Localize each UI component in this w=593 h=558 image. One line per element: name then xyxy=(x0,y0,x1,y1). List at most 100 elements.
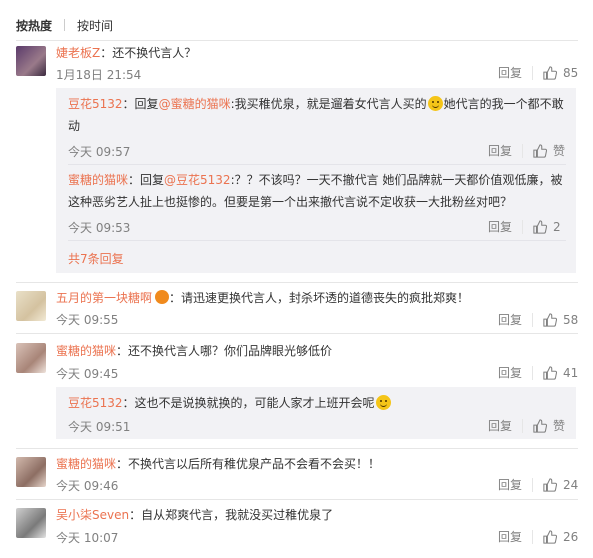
reply-button[interactable]: 回复 xyxy=(488,142,512,159)
reply-time: 今天 09:53 xyxy=(68,221,131,235)
thumbs-up-icon xyxy=(533,219,548,234)
thumbs-up-icon xyxy=(543,477,558,492)
thumbs-up-icon xyxy=(543,529,558,544)
comment-divider xyxy=(16,333,578,334)
reply-body: 蜜糖的猫咪：回复@豆花5132:？？不该吗？一天不撤代言 她们品牌就一天都价值观… xyxy=(68,171,562,189)
sort-tabs: 按热度 按时间 xyxy=(16,16,113,34)
comment-actions: 回复 41 xyxy=(498,364,578,381)
reply-text-line: 动 xyxy=(68,119,81,133)
action-divider xyxy=(522,143,524,158)
comment-body: 五月的第一块糖啊 ：请迅速更换代言人，封杀坏透的道德丧失的疯批郑爽！ xyxy=(56,289,469,307)
reply-actions: 回复 2 xyxy=(488,218,561,235)
action-divider xyxy=(532,529,534,544)
reply-text-line: 这种恶劣艺人扯上也挺惨的。但要是第一个出来撤代言说不定收获一大批粉丝对吧？ xyxy=(68,195,513,209)
like-button[interactable]: 2 xyxy=(533,220,561,234)
comment-text: ：还不换代言人？ xyxy=(100,46,197,60)
reply-button[interactable]: 回复 xyxy=(498,476,522,493)
mention-link[interactable]: @蜜糖的猫咪 xyxy=(159,97,231,111)
like-count: 24 xyxy=(563,477,579,492)
comment-text: ：不换代言以后所有稚优泉产品不会看不会买！！ xyxy=(116,457,381,471)
comment-actions: 回复 24 xyxy=(498,476,578,493)
comment-time: 今天 09:46 xyxy=(56,479,119,493)
reply-text: :我买稚优泉，就是遛着女代言人买的 xyxy=(230,97,427,111)
reply-username[interactable]: 豆花5132 xyxy=(68,97,123,111)
action-divider xyxy=(532,477,534,492)
comment-username[interactable]: 蜜糖的猫咪 xyxy=(56,457,116,471)
comment-divider xyxy=(16,448,578,449)
comment-actions: 回复 85 xyxy=(498,64,578,81)
comment-body: 婕老板Z：还不换代言人？ xyxy=(56,44,196,62)
like-button[interactable]: 赞 xyxy=(533,142,565,159)
like-button[interactable]: 24 xyxy=(543,478,578,492)
reply-button[interactable]: 回复 xyxy=(488,417,512,434)
reply-body: 豆花5132：回复@蜜糖的猫咪:我买稚优泉，就是遛着女代言人买的 她代言的我一个都… xyxy=(68,95,564,113)
thumbs-up-icon xyxy=(543,312,558,327)
reply-button[interactable]: 回复 xyxy=(498,528,522,545)
tab-divider xyxy=(64,19,66,31)
like-label: 赞 xyxy=(553,419,566,433)
reply-username[interactable]: 蜜糖的猫咪 xyxy=(68,173,128,187)
comment-body: 蜜糖的猫咪：不换代言以后所有稚优泉产品不会看不会买！！ xyxy=(56,455,380,473)
like-count: 26 xyxy=(563,529,579,544)
comment-text: ：自从郑爽代言，我就没买过稚优泉了 xyxy=(129,508,334,522)
comment-time: 今天 10:07 xyxy=(56,531,119,545)
comment-divider xyxy=(16,499,578,500)
like-button[interactable]: 41 xyxy=(543,366,578,380)
comment-time: 1月18日 21:54 xyxy=(56,68,142,82)
reply-prefix: ：回复 xyxy=(122,97,159,111)
action-divider xyxy=(522,219,524,234)
like-count: 58 xyxy=(563,312,579,327)
comment-text: ：请迅速更换代言人，封杀坏透的道德丧失的疯批郑爽！ xyxy=(169,291,470,305)
mention-link[interactable]: @豆花5132 xyxy=(164,173,231,187)
comment-time: 今天 09:45 xyxy=(56,367,119,381)
avatar[interactable] xyxy=(16,508,46,538)
comment-username[interactable]: 蜜糖的猫咪 xyxy=(56,344,116,358)
avatar[interactable] xyxy=(16,291,46,321)
like-button[interactable]: 26 xyxy=(543,530,578,544)
comment-text: ：还不换代言人哪？你们品牌眼光够低价 xyxy=(116,344,333,358)
reply-divider xyxy=(68,164,566,165)
like-button[interactable]: 赞 xyxy=(533,417,565,434)
reply-text: ：这也不是说换就换的，可能人家才上班开会呢 xyxy=(122,396,375,410)
action-divider xyxy=(532,365,534,380)
reply-prefix: ：回复 xyxy=(128,173,165,187)
like-count: 2 xyxy=(553,219,561,234)
comment-username[interactable]: 五月的第一块糖啊 xyxy=(56,291,152,305)
like-button[interactable]: 85 xyxy=(543,66,578,80)
avatar[interactable] xyxy=(16,343,46,373)
avatar[interactable] xyxy=(16,46,46,76)
member-badge-icon xyxy=(155,290,170,304)
reply-button[interactable]: 回复 xyxy=(498,64,522,81)
action-divider xyxy=(532,65,534,80)
comment-username[interactable]: 婕老板Z xyxy=(56,46,100,60)
tabs-divider xyxy=(16,40,578,41)
reply-username[interactable]: 豆花5132 xyxy=(68,396,123,410)
thumbs-up-icon xyxy=(543,65,558,80)
like-button[interactable]: 58 xyxy=(543,313,578,327)
comment-body: 蜜糖的猫咪：还不换代言人哪？你们品牌眼光够低价 xyxy=(56,342,332,360)
more-replies-link[interactable]: 共7条回复 xyxy=(68,250,124,267)
reply-divider xyxy=(68,240,566,241)
action-divider xyxy=(522,418,524,433)
thumbs-up-icon xyxy=(533,143,548,158)
reply-text: :？？不该吗？一天不撤代言 她们品牌就一天都价值观低廉，被 xyxy=(230,173,563,187)
comment-divider xyxy=(16,282,578,283)
thumbs-up-icon xyxy=(533,418,548,433)
smiley-icon xyxy=(427,96,443,111)
comment-time: 今天 09:55 xyxy=(56,313,119,327)
comment-username[interactable]: 吴小柒Seven xyxy=(56,508,129,522)
reply-button[interactable]: 回复 xyxy=(498,311,522,328)
tab-hot[interactable]: 按热度 xyxy=(16,17,52,34)
comment-actions: 回复 26 xyxy=(498,528,578,545)
reply-time: 今天 09:57 xyxy=(68,145,131,159)
comment-actions: 回复 58 xyxy=(498,311,578,328)
tab-time[interactable]: 按时间 xyxy=(77,17,113,34)
reply-button[interactable]: 回复 xyxy=(498,364,522,381)
reply-button[interactable]: 回复 xyxy=(488,218,512,235)
reply-actions: 回复 赞 xyxy=(488,417,565,434)
like-count: 41 xyxy=(563,365,579,380)
like-label: 赞 xyxy=(553,144,566,158)
avatar[interactable] xyxy=(16,457,46,487)
action-divider xyxy=(532,312,534,327)
smiley-icon xyxy=(375,395,391,410)
